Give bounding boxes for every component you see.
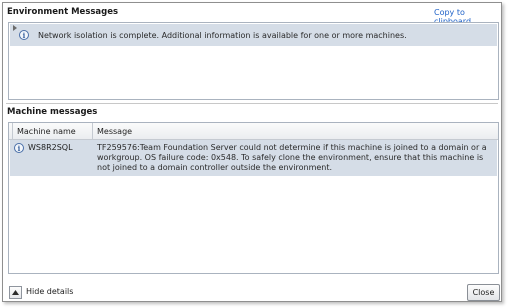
environment-messages-title: Environment Messages bbox=[7, 7, 119, 17]
environment-message-text: Network isolation is complete. Additiona… bbox=[38, 30, 407, 40]
machine-messages-grid: Machine name Message i WS8R2SQL TF259576… bbox=[8, 122, 499, 274]
machine-message-cell: TF259576:Team Foundation Server could no… bbox=[97, 143, 487, 172]
close-button[interactable]: Close bbox=[467, 284, 500, 301]
hide-details-button[interactable] bbox=[9, 286, 22, 299]
hide-details-label[interactable]: Hide details bbox=[26, 287, 73, 296]
machine-name: WS8R2SQL bbox=[28, 143, 73, 152]
environment-messages-list: i Network isolation is complete. Additio… bbox=[8, 22, 499, 100]
machine-name-cell: i WS8R2SQL bbox=[10, 140, 93, 176]
close-button-label: Close bbox=[472, 288, 495, 297]
info-icon: i bbox=[19, 30, 29, 40]
chevron-up-icon bbox=[12, 290, 19, 295]
dialog-window: Environment Messages Copy to clipboard i… bbox=[2, 2, 502, 302]
column-header-message[interactable]: Message bbox=[93, 123, 132, 139]
environment-message-row[interactable]: i Network isolation is complete. Additio… bbox=[10, 24, 497, 46]
info-icon: i bbox=[14, 143, 24, 153]
grid-header: Machine name Message bbox=[9, 123, 498, 140]
table-row[interactable]: i WS8R2SQL TF259576:Team Foundation Serv… bbox=[10, 140, 497, 176]
column-header-machine-name[interactable]: Machine name bbox=[13, 123, 93, 139]
machine-messages-title: Machine messages bbox=[7, 107, 98, 117]
chevron-right-icon[interactable] bbox=[10, 24, 19, 46]
section-divider bbox=[6, 103, 498, 104]
